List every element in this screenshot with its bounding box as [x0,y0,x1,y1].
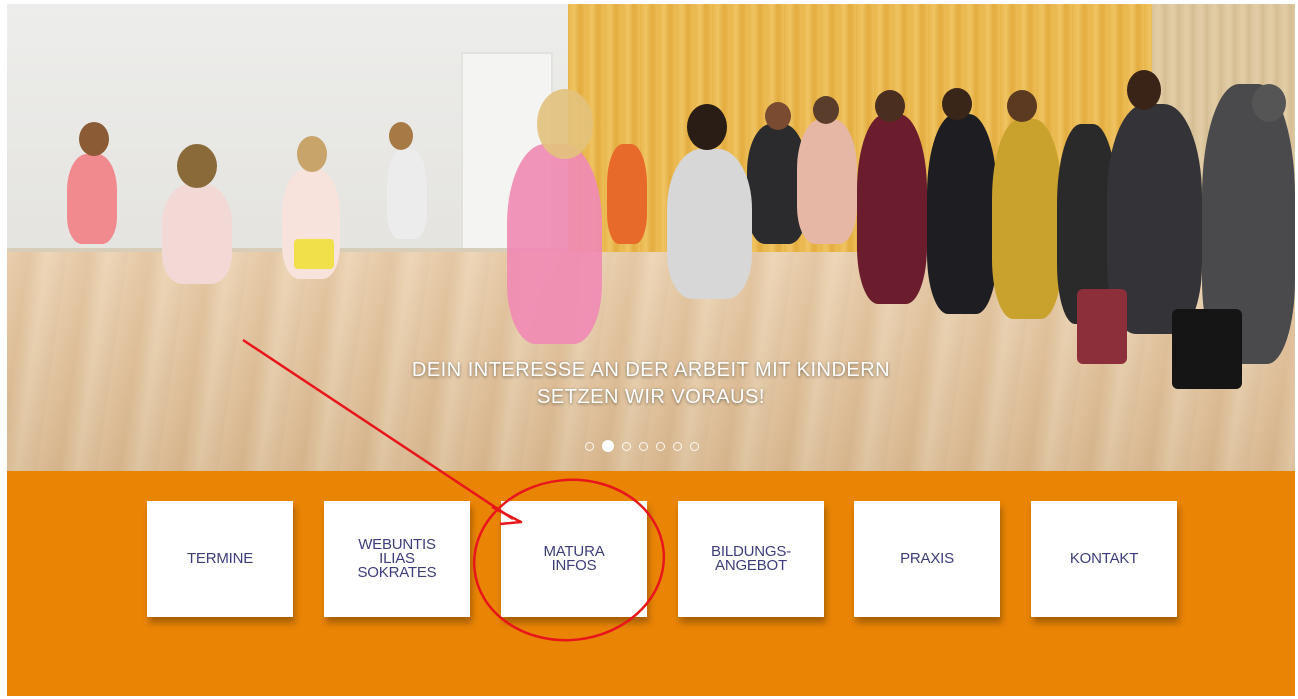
seated-person [797,119,857,244]
child-blurred [507,144,602,344]
tile-webuntis-ilias-sokrates[interactable]: WEBUNTIS ILIAS SOKRATES [324,501,470,617]
slider-dot[interactable] [622,441,631,451]
slider-dot[interactable] [639,441,648,451]
bag [1077,289,1127,364]
head [1007,90,1037,122]
hero-caption-line2: SETZEN WIR VORAUS! [537,386,765,408]
tile-praxis[interactable]: PRAXIS [854,501,1000,617]
tile-label: BILDUNGS- ANGEBOT [711,543,791,574]
tile-matura-infos[interactable]: MATURA INFOS [501,501,647,617]
hero-slider: DEIN INTERESSE AN DER ARBEIT MIT KINDERN… [7,4,1295,471]
tile-label: MATURA INFOS [543,543,605,574]
tile-label: PRAXIS [900,550,954,567]
hero-caption-line1: DEIN INTERESSE AN DER ARBEIT MIT KINDERN [411,359,891,381]
tile-termine[interactable]: TERMINE [147,501,293,617]
child [67,154,117,244]
tile-kontakt[interactable]: KONTAKT [1031,501,1177,617]
seated-person [992,119,1062,319]
seated-person [857,114,927,304]
head [875,90,905,122]
tile-label: TERMINE [186,550,254,567]
head [389,122,413,150]
child-shorts [294,239,334,269]
slider-dot[interactable] [690,441,699,451]
slider-dot-active[interactable] [602,440,614,452]
child [607,144,647,244]
head [177,144,217,188]
slider-dot[interactable] [673,441,682,451]
head [765,102,791,130]
head [942,88,972,120]
seated-person [927,114,997,314]
head [297,136,327,172]
slider-dot[interactable] [585,441,594,451]
head [79,122,109,156]
head [1252,84,1286,122]
slider-dots [585,439,699,453]
child [387,149,427,239]
child [667,149,752,299]
tile-label: KONTAKT [1069,550,1139,567]
tile-label: WEBUNTIS ILIAS SOKRATES [357,536,437,581]
head [1127,70,1161,110]
slider-dot[interactable] [656,441,665,451]
head [813,96,839,124]
page-frame: DEIN INTERESSE AN DER ARBEIT MIT KINDERN… [7,4,1295,696]
tile-bildungsangebot[interactable]: BILDUNGS- ANGEBOT [678,501,824,617]
quick-links-band: TERMINE WEBUNTIS ILIAS SOKRATES MATURA I… [7,471,1295,696]
child [162,184,232,284]
head [687,104,727,150]
head [537,89,593,159]
